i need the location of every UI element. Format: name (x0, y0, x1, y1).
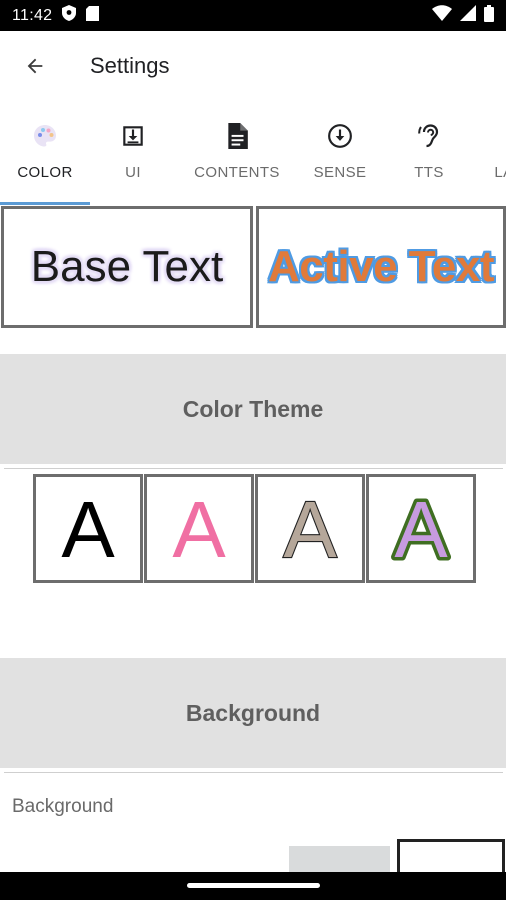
divider (4, 468, 503, 469)
tab-bar: COLOR UI CONTENTS SENSE TTS L (0, 101, 506, 205)
home-gesture-pill[interactable] (187, 883, 320, 888)
tab-label: LA (494, 164, 506, 181)
tab-ui[interactable]: UI (90, 101, 176, 205)
status-left: 11:42 (12, 5, 100, 26)
sd-card-icon (86, 5, 100, 26)
tab-label: SENSE (313, 164, 367, 181)
arrow-down-circle-icon (327, 121, 353, 151)
tab-label: UI (125, 164, 141, 181)
tab-la[interactable]: LA (480, 101, 506, 205)
signal-icon (460, 5, 476, 26)
status-time: 11:42 (12, 6, 53, 24)
wifi-icon (432, 5, 452, 26)
active-text-sample: Active Text (268, 242, 495, 291)
theme-option-pink[interactable]: A (144, 474, 254, 583)
text-preview-row: Base Text Active Text (1, 206, 506, 328)
svg-text:A: A (394, 489, 448, 569)
theme-letter: A (391, 489, 452, 569)
divider (4, 772, 503, 773)
svg-text:A: A (283, 489, 337, 569)
theme-option-lavender[interactable]: A (366, 474, 476, 583)
tab-label: TTS (414, 164, 444, 181)
download-box-icon (120, 121, 146, 151)
page-title: Settings (90, 53, 170, 78)
base-text-sample: Base Text (30, 242, 224, 291)
arrow-back-icon (27, 58, 43, 74)
document-icon (226, 121, 248, 151)
tab-sense[interactable]: SENSE (300, 101, 380, 205)
theme-option-taupe[interactable]: A (255, 474, 365, 583)
tab-label: COLOR (17, 164, 73, 181)
shield-icon (62, 5, 77, 26)
battery-icon (484, 4, 494, 27)
navigation-bar (0, 872, 506, 900)
base-text-preview[interactable]: Base Text (1, 206, 253, 328)
color-theme-header: Color Theme (0, 354, 506, 464)
theme-option-black[interactable]: A (33, 474, 143, 583)
tab-tts[interactable]: TTS (392, 101, 466, 205)
tab-indicator (0, 202, 90, 205)
background-header: Background (0, 658, 506, 768)
hearing-icon (417, 121, 441, 151)
back-button[interactable] (0, 31, 70, 101)
tab-color[interactable]: COLOR (0, 101, 90, 205)
svg-text:A: A (172, 489, 226, 569)
svg-text:A: A (61, 489, 115, 569)
status-right (432, 4, 494, 27)
theme-options: A A A A (33, 474, 476, 583)
tab-contents[interactable]: CONTENTS (190, 101, 284, 205)
theme-letter: A (61, 489, 115, 569)
theme-letter: A (172, 489, 226, 569)
tab-label: CONTENTS (194, 164, 280, 181)
status-bar: 11:42 (0, 0, 506, 31)
active-text-preview[interactable]: Active Text (256, 206, 506, 328)
palette-icon (32, 121, 58, 151)
background-label: Background (12, 796, 114, 817)
theme-letter: A (282, 489, 338, 569)
app-bar: Settings (0, 31, 506, 101)
